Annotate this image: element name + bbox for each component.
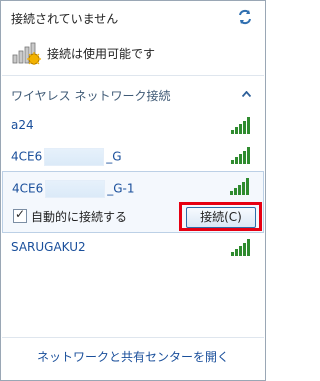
network-name-suffix: _G [106,149,122,164]
redacted-text [44,148,105,166]
status-subtitle: 接続は使用可能です [47,47,156,61]
network-flyout: 接続されていません 接続は使用可能です ワイヤレス ネットワーク接続 a24 4… [0,0,266,381]
signal-strength-icon [230,178,249,195]
section-title: ワイヤレス ネットワーク接続 [11,89,171,103]
network-name: a24 [11,118,34,132]
network-name-prefix: 4CE6 [11,149,43,164]
divider [2,337,264,338]
connect-button[interactable]: 接続(C) [186,207,256,228]
network-name: 4CE6 _G [11,148,122,166]
network-name: 4CE6 _G-1 [12,180,135,198]
section-header[interactable]: ワイヤレス ネットワーク接続 [1,81,265,103]
network-item[interactable]: SARUGAKU2 [1,232,265,262]
status-title: 接続されていません [11,12,119,26]
collapse-chevron-icon[interactable] [242,91,251,97]
refresh-icon[interactable] [237,9,253,25]
auto-connect-checkbox[interactable] [13,207,27,223]
network-name-suffix: _G-1 [107,181,135,196]
signal-strength-icon [231,117,250,134]
connection-status: 接続されていません 接続は使用可能です [1,1,265,73]
network-status-icon [12,42,41,65]
network-item[interactable]: 4CE6 _G [1,140,265,170]
redacted-text [45,180,106,198]
network-item-selected[interactable]: 4CE6 _G-1 自動的に接続する 接続(C) [2,171,264,233]
auto-connect-label: 自動的に接続する [31,210,128,224]
network-name: SARUGAKU2 [11,240,86,254]
signal-strength-icon [231,147,250,164]
network-item[interactable]: a24 [1,110,265,140]
divider [2,75,264,76]
signal-strength-icon [231,239,250,256]
network-name-prefix: 4CE6 [12,181,44,196]
network-sharing-center-link[interactable]: ネットワークと共有センターを開く [1,348,265,365]
